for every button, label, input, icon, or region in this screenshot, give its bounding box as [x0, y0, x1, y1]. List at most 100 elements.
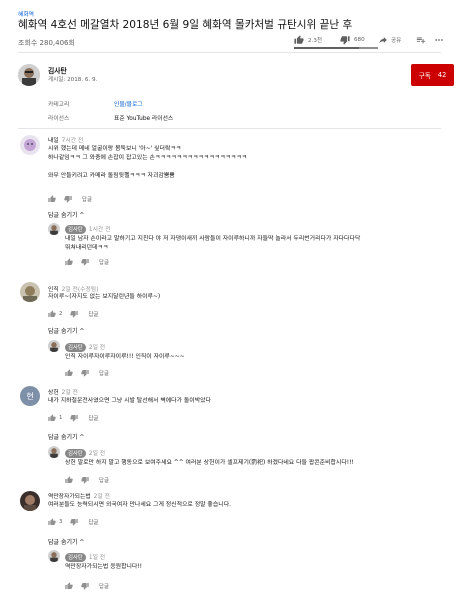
user-avatar[interactable] [20, 491, 40, 511]
user-avatar[interactable] [20, 135, 40, 155]
comment-line: 시위 했는데 메네 얼굴이랑 몸둑보니 '아~' 싶더랔ㅋㅋ [48, 146, 182, 152]
subscribe-label: 구독 [418, 72, 431, 80]
thumb-up-icon[interactable] [48, 310, 56, 318]
reply-button[interactable]: 답글 [88, 310, 98, 318]
reply-text: 인직 자이루자이루자이루!!! 인직이 자이루~~~ [65, 353, 185, 362]
reply-button[interactable]: 답글 [88, 414, 98, 422]
thumb-down-icon[interactable] [81, 369, 89, 377]
reply-author[interactable]: 김사탄 2일 전 [65, 342, 105, 352]
reply-author[interactable]: 김사탄 2일 전 [65, 448, 105, 458]
channel-avatar[interactable] [48, 550, 60, 562]
channel-avatar-image [48, 223, 60, 235]
reply-button[interactable]: 답글 [99, 258, 109, 266]
channel-avatar-image [48, 446, 60, 458]
more-button[interactable] [434, 35, 444, 45]
comment-actions: 1 답글 [48, 414, 98, 422]
hide-replies-button[interactable]: 답글 숨기기 ^ [48, 326, 84, 335]
reply-time[interactable]: 2일 전 [89, 345, 105, 351]
comment-time[interactable]: 2일 전 [94, 494, 110, 500]
author-chip[interactable]: 김사탄 [65, 448, 86, 458]
share-button[interactable]: 공유 [378, 35, 401, 45]
user-avatar[interactable] [20, 282, 40, 302]
channel-name[interactable]: 김사탄 [48, 65, 67, 75]
reply-author[interactable]: 김사탄 1일 전 [65, 552, 105, 562]
thumb-down-icon[interactable] [81, 582, 89, 590]
share-icon [379, 37, 387, 44]
add-to-playlist-button[interactable] [416, 35, 426, 45]
thumb-down-icon[interactable] [64, 195, 72, 203]
reply-line: 상헌 말로만 하지 말고 행동으로 보여주세요 ^^ 여러분 상헌이가 셀프제기… [65, 460, 354, 466]
author-chip[interactable]: 김사탄 [65, 552, 86, 562]
reply-line: 역만장자가되는법 응원합니다!! [65, 564, 143, 570]
dislike-button[interactable]: 680 [340, 35, 365, 45]
reply-actions: 답글 [65, 582, 109, 590]
hide-replies-button[interactable]: 답글 숨기기 ^ [48, 537, 84, 546]
comment-author[interactable]: 상헌 2일 전 [48, 387, 78, 396]
reply-time[interactable]: 1일 전 [89, 555, 105, 561]
reply-actions: 답글 [65, 258, 109, 266]
reply-button[interactable]: 답글 [99, 582, 109, 590]
thumb-up-icon[interactable] [48, 414, 56, 422]
channel-avatar[interactable] [48, 223, 60, 235]
category-link[interactable]: 인물/블로그 [114, 99, 143, 108]
thumb-down-icon[interactable] [81, 258, 89, 266]
user-avatar-image [20, 491, 40, 511]
channel-avatar[interactable] [48, 340, 60, 352]
video-page: 혜화역 혜화역 4호선 메갈열차 2018년 6월 9일 혜화역 몰카처벌 규탄… [0, 0, 459, 600]
thumb-up-icon [294, 35, 304, 44]
comment-actions: 2 답글 [48, 310, 98, 318]
comment-text: 자이루~(자지도 없는 보지달린년들 하이루~) [48, 293, 160, 302]
reply-author[interactable]: 김사탄 1시간 전 [65, 224, 110, 234]
thumb-up-icon[interactable] [65, 476, 73, 484]
sentiment-bar-like [294, 47, 359, 49]
sentiment-bar [294, 47, 378, 49]
author-name[interactable]: 역만장자가되는법 [48, 494, 91, 500]
author-chip[interactable]: 김사탄 [65, 342, 86, 352]
like-count: 2.3천 [308, 38, 323, 44]
thumb-up-icon[interactable] [48, 518, 56, 526]
reply-line: 뛰쳐내리던데ㅋㅋ [65, 245, 109, 251]
reply-button[interactable]: 답글 [99, 369, 109, 377]
comment-time[interactable]: 7시간 전 [62, 138, 84, 144]
dislike-count: 680 [354, 37, 365, 43]
comment-text: 여러분들도 능력되시면 외국여자 만나세요 그게 정신적으로 정말 좋습니다. [48, 501, 231, 510]
comment-text: 시위 했는데 메네 얼굴이랑 몸둑보니 '아~' 싶더랔ㅋㅋ 하나같임ㅋㅋ 그 … [48, 145, 247, 181]
hide-replies-button[interactable]: 답글 숨기기 ^ [48, 210, 84, 219]
reply-button[interactable]: 답글 [88, 518, 98, 526]
thumb-up-icon[interactable] [65, 258, 73, 266]
like-count: 2 [59, 311, 63, 317]
thumb-down-icon[interactable] [70, 518, 79, 526]
thumb-down-icon[interactable] [70, 414, 79, 422]
author-chip[interactable]: 김사탄 [65, 224, 86, 234]
thumb-down-icon[interactable] [81, 476, 89, 484]
avatar-initial: 현 [26, 391, 34, 401]
thumb-up-icon[interactable] [65, 369, 73, 377]
comment-line: 자이루~(자지도 없는 보지달린년들 하이루~) [48, 294, 161, 300]
like-button[interactable]: 2.3천 [294, 35, 322, 45]
add-to-playlist-icon [416, 37, 426, 44]
reply-text: 역만장자가되는법 응원합니다!! [65, 563, 142, 572]
reply-button[interactable]: 답글 [99, 476, 109, 484]
thumb-up-icon[interactable] [65, 582, 73, 590]
reply-line: 내일 남자 손이라고 말하기고 지친다 야 저 자댕이새끼 사람들이 자이루하니… [65, 236, 361, 242]
reply-line: 인직 자이루자이루자이루!!! 인직이 자이루~~~ [65, 354, 185, 360]
channel-avatar-image [48, 340, 60, 352]
reply-time[interactable]: 1시간 전 [89, 227, 111, 233]
hide-replies-button[interactable]: 답글 숨기기 ^ [48, 432, 84, 441]
channel-avatar[interactable] [18, 64, 40, 86]
comment-author[interactable]: 내일 7시간 전 [48, 135, 83, 144]
user-avatar[interactable]: 현 [20, 386, 40, 406]
thumb-down-icon[interactable] [70, 310, 79, 318]
more-icon [435, 39, 443, 41]
comment-author[interactable]: 역만장자가되는법 2일 전 [48, 491, 110, 500]
comment-author[interactable]: 인직 2일 전(수정됨) [48, 284, 98, 293]
author-name[interactable]: 상헌 [48, 390, 59, 396]
subscribe-button[interactable]: 구독 42 [411, 64, 454, 86]
reply-time[interactable]: 2일 전 [89, 451, 105, 457]
comment-time[interactable]: 2일 전 [62, 390, 78, 396]
channel-avatar[interactable] [48, 446, 60, 458]
author-name[interactable]: 내일 [48, 138, 59, 144]
thumb-up-icon[interactable] [48, 195, 56, 203]
comment-line: 하나같임ㅋㅋ 그 와중에 손잡이 잡고있는 손ㅋㅋㅋㅋㅋㅋㅋㅋㅋㅋㅋㅋㅋㅋㅋㅋㅋ [48, 155, 248, 161]
reply-button[interactable]: 답글 [82, 195, 92, 203]
